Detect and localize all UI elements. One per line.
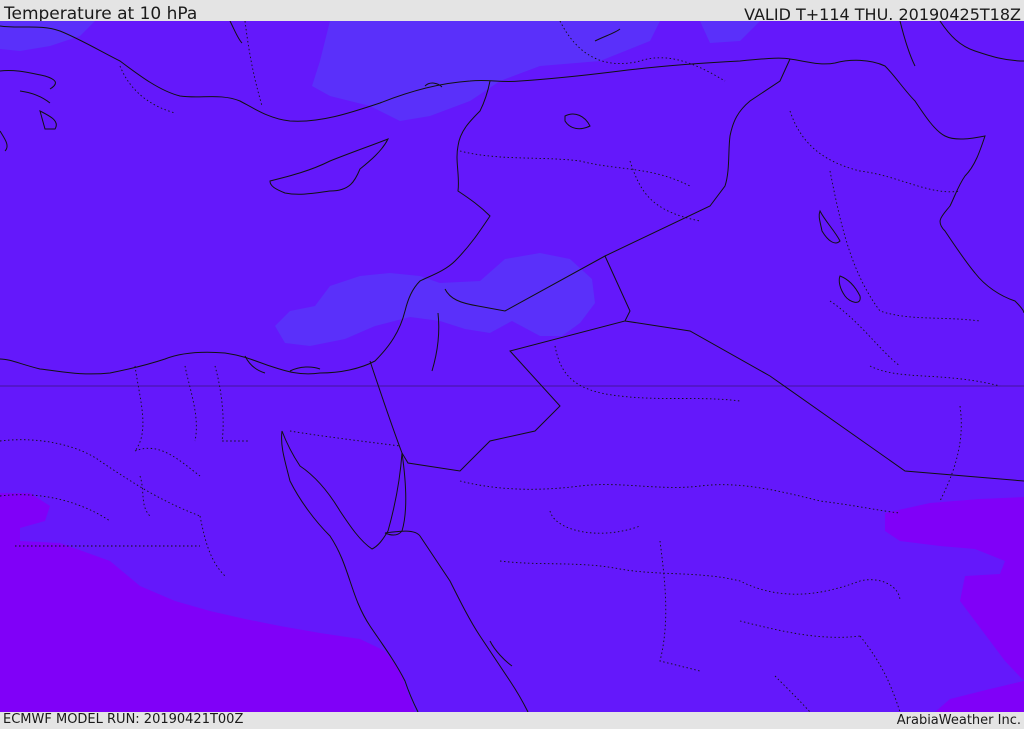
header-bar: Temperature at 10 hPa VALID T+114 THU. 2… bbox=[0, 0, 1024, 24]
model-run-label: ECMWF MODEL RUN: 20190421T00Z bbox=[3, 712, 244, 727]
map-panel[interactable] bbox=[0, 21, 1024, 712]
footer-bar: ECMWF MODEL RUN: 20190421T00Z ArabiaWeat… bbox=[0, 712, 1024, 729]
map-canvas[interactable] bbox=[0, 21, 1024, 712]
credit-label: ArabiaWeather Inc. bbox=[896, 713, 1021, 728]
